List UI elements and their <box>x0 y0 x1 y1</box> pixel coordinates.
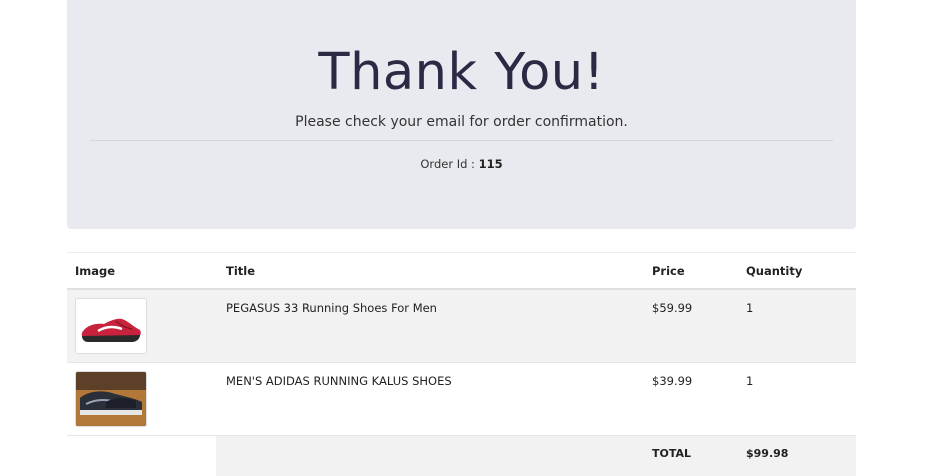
red-running-shoe-image <box>75 298 147 354</box>
total-label: TOTAL <box>652 447 692 460</box>
confirmation-message: Please check your email for order confir… <box>295 114 628 130</box>
order-id-value: 115 <box>478 157 503 171</box>
item-title: PEGASUS 33 Running Shoes For Men <box>226 301 437 315</box>
item-price: $59.99 <box>652 301 693 315</box>
dark-running-shoes-image <box>75 371 147 427</box>
item-price: $39.99 <box>652 374 693 388</box>
column-header-price: Price <box>652 264 685 278</box>
table-header-row: Image Title Price Quantity <box>67 253 856 290</box>
total-value: $99.98 <box>746 447 789 460</box>
item-quantity: 1 <box>746 301 754 315</box>
column-header-quantity: Quantity <box>746 264 803 278</box>
column-header-image: Image <box>75 264 116 278</box>
table-total-row: TOTAL $99.98 <box>67 436 856 476</box>
item-title: MEN'S ADIDAS RUNNING KALUS SHOES <box>226 374 452 388</box>
order-items-table: Image Title Price Quantity PEGASUS 33 Ru… <box>67 252 856 476</box>
order-id-line: Order Id : 115 <box>67 156 856 172</box>
item-quantity: 1 <box>746 374 754 388</box>
column-header-title: Title <box>226 264 256 278</box>
divider <box>90 140 833 141</box>
thank-you-banner: Thank You! Please check your email for o… <box>67 0 856 229</box>
order-id-label: Order Id : <box>420 157 475 171</box>
page-title: Thank You! <box>318 43 605 102</box>
table-row: MEN'S ADIDAS RUNNING KALUS SHOES $39.99 … <box>67 363 856 436</box>
table-row: PEGASUS 33 Running Shoes For Men $59.99 … <box>67 290 856 363</box>
